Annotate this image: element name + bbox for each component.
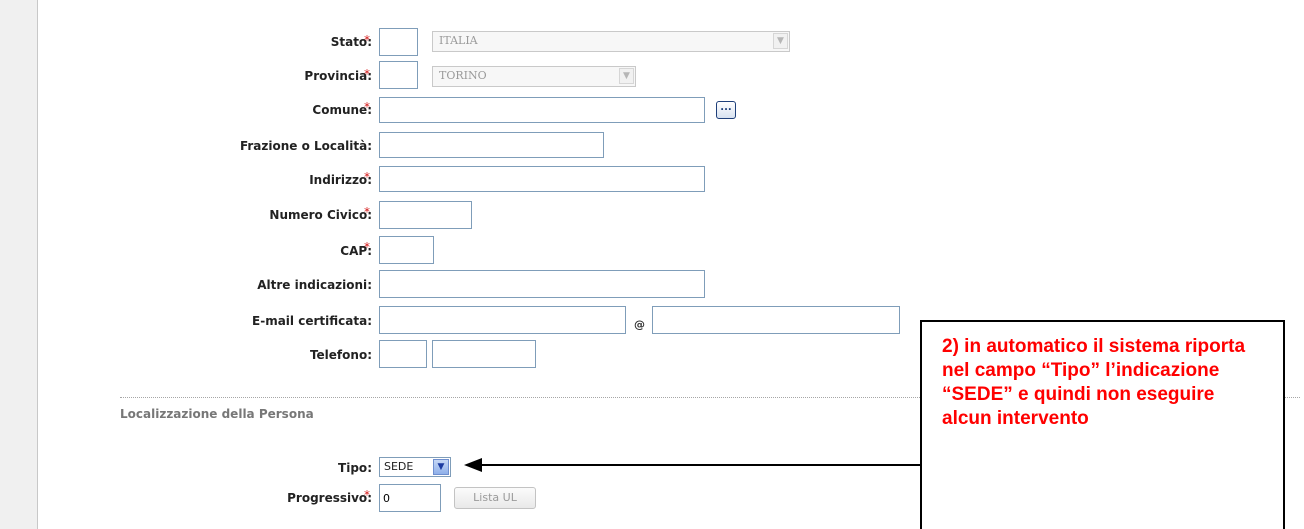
- email-user-input[interactable]: [379, 306, 626, 334]
- annotation-callout: 2) in automatico il sistema riporta nel …: [920, 320, 1285, 529]
- required-marker: *: [364, 67, 370, 81]
- email-label: E-mail certificata:: [252, 314, 372, 328]
- lista-ul-button[interactable]: Lista UL: [454, 487, 536, 509]
- required-marker: *: [364, 170, 370, 184]
- numero-civico-input[interactable]: [379, 201, 472, 229]
- indirizzo-label: Indirizzo:: [309, 173, 372, 187]
- chevron-down-icon: ▼: [433, 459, 449, 475]
- provincia-label: Provincia:: [304, 69, 372, 83]
- section-title: Localizzazione della Persona: [120, 407, 314, 421]
- left-panel: [0, 0, 37, 529]
- indirizzo-input[interactable]: [379, 166, 705, 192]
- required-marker: *: [364, 240, 370, 254]
- telefono-number-input[interactable]: [432, 340, 536, 368]
- comune-input[interactable]: [379, 97, 705, 123]
- stato-code-input[interactable]: [379, 28, 418, 56]
- altre-indicazioni-label: Altre indicazioni:: [257, 278, 372, 292]
- at-sign: @: [634, 318, 645, 331]
- telefono-label: Telefono:: [309, 348, 372, 362]
- required-marker: *: [364, 33, 370, 47]
- tipo-label: Tipo:: [338, 461, 372, 475]
- provincia-select[interactable]: TORINO ▼: [432, 66, 636, 87]
- frazione-label: Frazione o Località:: [239, 139, 372, 153]
- numero-civico-label: Numero Civico:: [269, 208, 372, 222]
- required-marker: *: [364, 205, 370, 219]
- cap-input[interactable]: [379, 236, 434, 264]
- provincia-code-input[interactable]: [379, 61, 418, 89]
- progressivo-label: Progressivo:: [287, 491, 372, 505]
- stato-select[interactable]: ITALIA ▼: [432, 31, 790, 52]
- altre-indicazioni-input[interactable]: [379, 270, 705, 298]
- email-domain-input[interactable]: [652, 306, 900, 334]
- telefono-prefix-input[interactable]: [379, 340, 427, 368]
- required-marker: *: [364, 488, 370, 502]
- comune-lookup-button[interactable]: ...: [716, 101, 736, 119]
- chevron-down-icon: ▼: [773, 33, 788, 49]
- tipo-select[interactable]: SEDE ▼: [379, 457, 451, 477]
- left-divider: [37, 0, 38, 529]
- chevron-down-icon: ▼: [619, 68, 634, 84]
- frazione-input[interactable]: [379, 132, 604, 158]
- progressivo-input[interactable]: [379, 484, 441, 512]
- required-marker: *: [364, 100, 370, 114]
